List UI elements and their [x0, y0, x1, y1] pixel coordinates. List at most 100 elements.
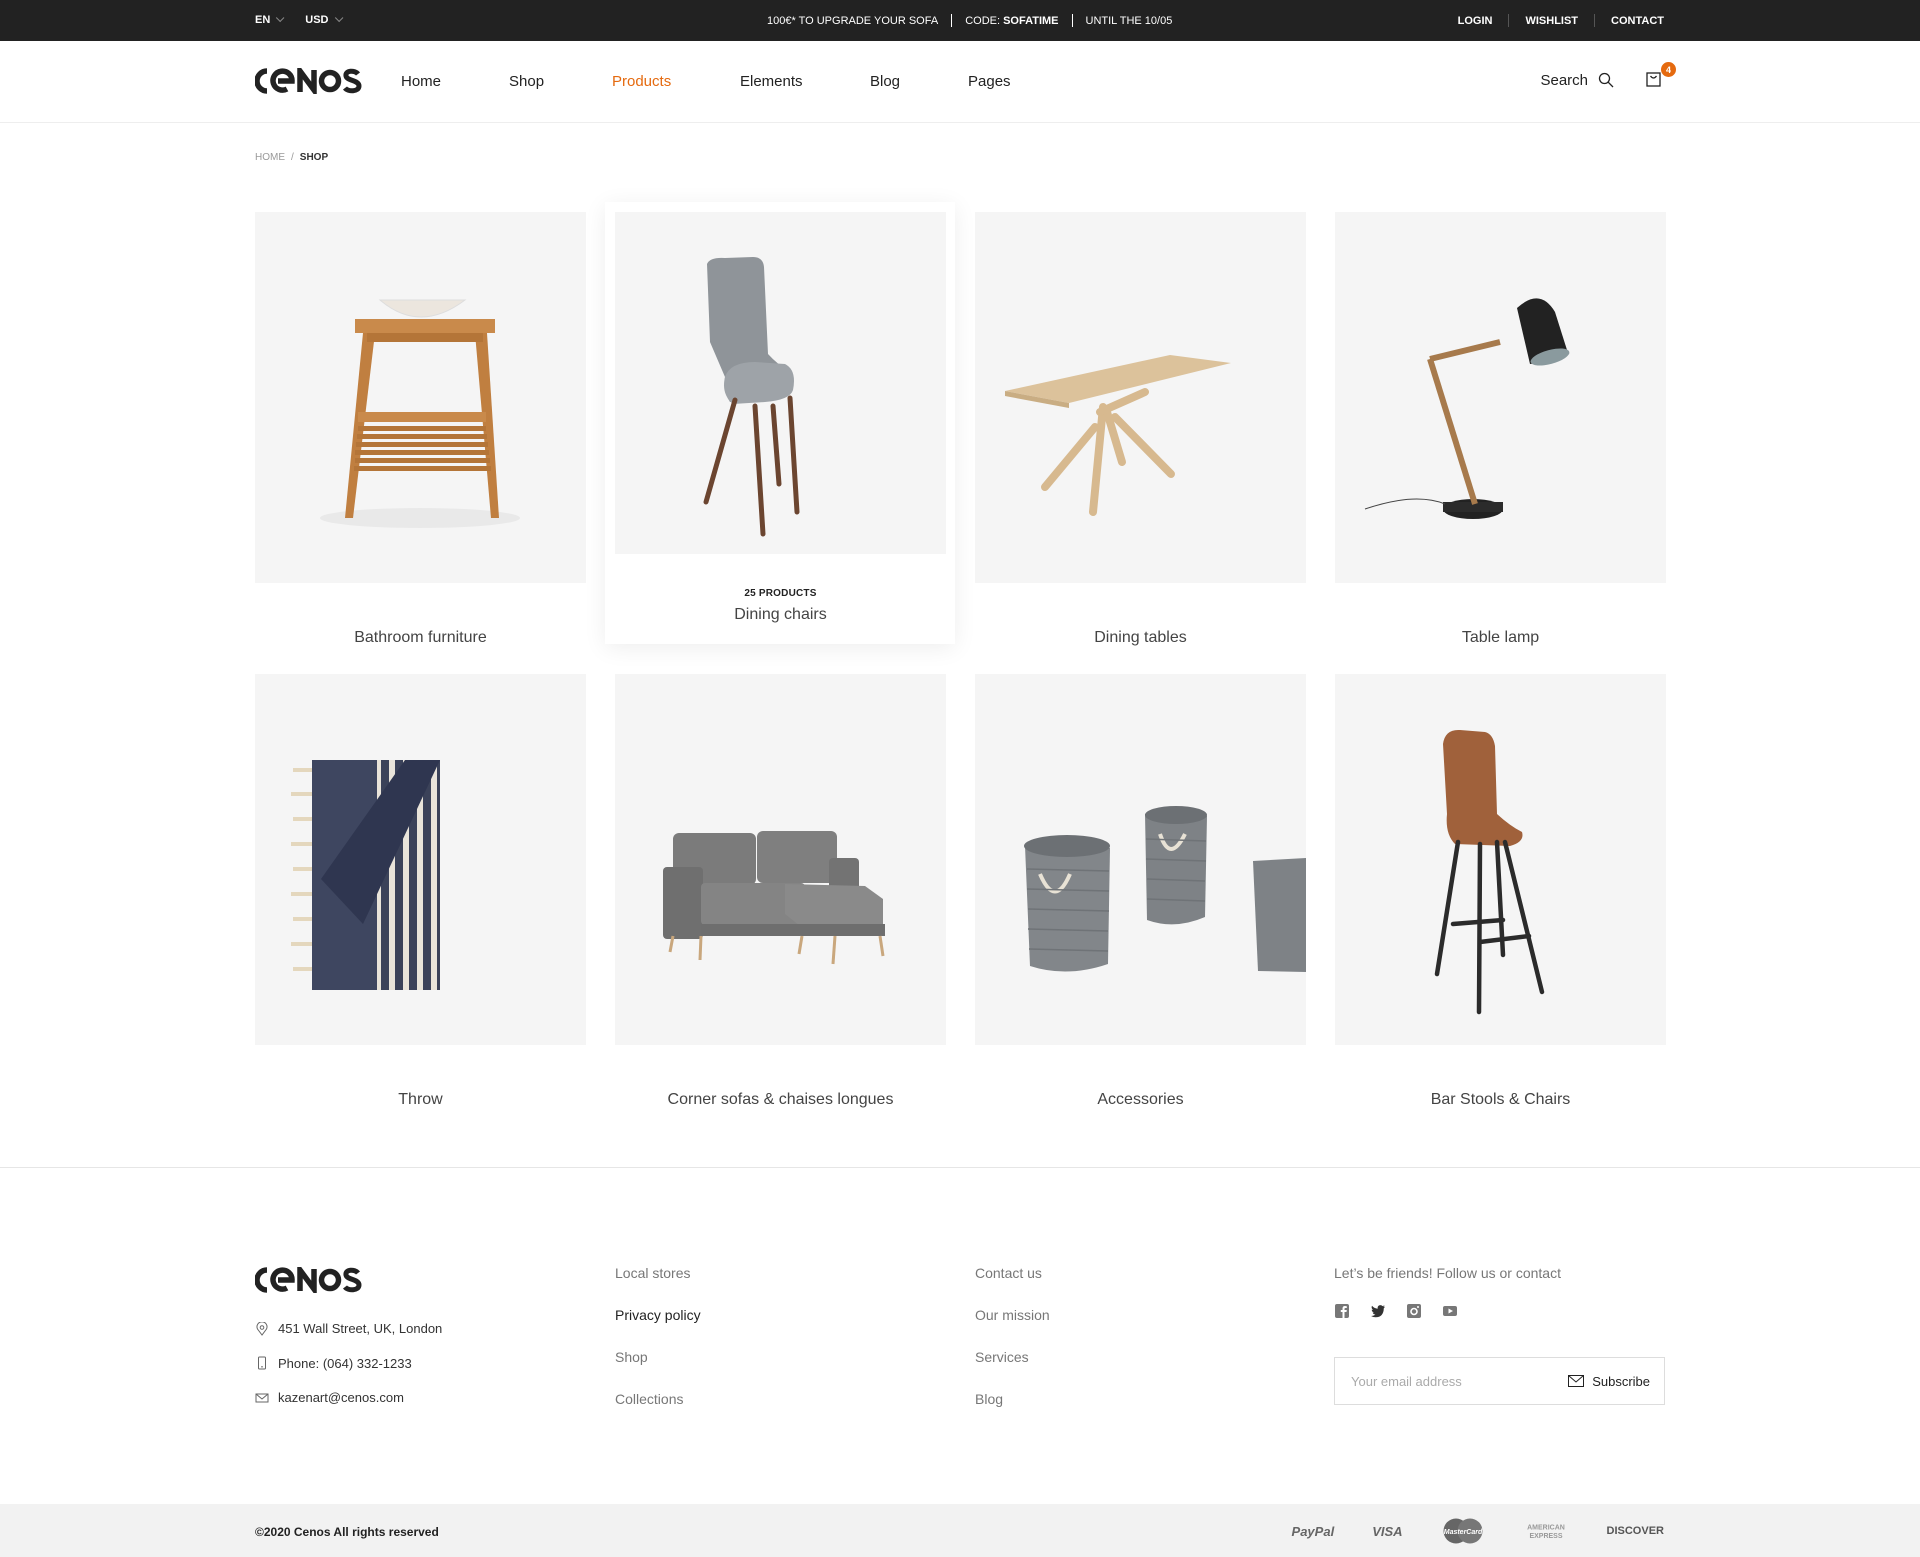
nav-products[interactable]: Products: [612, 73, 740, 90]
footer-social: Let’s be friends! Follow us or contact: [1334, 1265, 1561, 1319]
promo-text: 100€* TO UPGRADE YOUR SOFA: [767, 14, 939, 27]
category-title[interactable]: Corner sofas & chaises longues: [615, 1091, 946, 1109]
svg-text:EXPRESS: EXPRESS: [1529, 1533, 1562, 1540]
main-header: Home Shop Products Elements Blog Pages S…: [0, 41, 1920, 123]
category-image-washstand[interactable]: [255, 212, 586, 583]
category-card[interactable]: Table lamp: [1335, 212, 1666, 647]
search-icon: [1598, 72, 1614, 88]
promo-banner: 100€* TO UPGRADE YOUR SOFA CODE: SOFATIM…: [767, 14, 1172, 27]
category-card[interactable]: Accessories: [975, 674, 1306, 1109]
footer-link-services[interactable]: Services: [975, 1349, 1050, 1367]
footer-link-blog[interactable]: Blog: [975, 1391, 1050, 1409]
category-image-throw[interactable]: [255, 674, 586, 1045]
breadcrumb-separator: /: [291, 152, 294, 163]
contact-link[interactable]: CONTACT: [1611, 15, 1664, 27]
category-card[interactable]: Bar Stools & Chairs: [1335, 674, 1666, 1109]
breadcrumb-home[interactable]: HOME: [255, 152, 285, 163]
social-text: Let’s be friends! Follow us or contact: [1334, 1265, 1561, 1281]
divider: [1508, 14, 1510, 27]
mastercard-label: MasterCard: [1443, 1529, 1482, 1536]
language-selector[interactable]: EN: [255, 13, 285, 26]
phone-icon: [258, 1356, 266, 1370]
footer-link-shop[interactable]: Shop: [615, 1349, 701, 1367]
youtube-icon[interactable]: [1442, 1303, 1458, 1319]
subscribe-label: Subscribe: [1592, 1373, 1650, 1389]
product-count: [615, 1073, 946, 1085]
email-row: kazenart@cenos.com: [255, 1389, 442, 1406]
newsletter-form: Subscribe: [1334, 1357, 1665, 1405]
email-input[interactable]: [1335, 1373, 1545, 1389]
footer-link-contact-us[interactable]: Contact us: [975, 1265, 1050, 1283]
category-image-desk-lamp[interactable]: [1335, 212, 1666, 583]
category-title[interactable]: Bar Stools & Chairs: [1335, 1091, 1666, 1109]
product-count: 25 PRODUCTS: [744, 588, 817, 599]
main-nav: Home Shop Products Elements Blog Pages: [401, 73, 1011, 90]
email-text[interactable]: kazenart@cenos.com: [278, 1390, 404, 1405]
product-count: [255, 611, 586, 623]
footer-link-collections[interactable]: Collections: [615, 1391, 701, 1409]
copyright-text: ©2020 Cenos All rights reserved: [255, 1525, 439, 1539]
footer-links-col2: Contact us Our mission Services Blog: [975, 1265, 1050, 1433]
category-card[interactable]: Corner sofas & chaises longues: [615, 674, 946, 1109]
category-title[interactable]: Throw: [255, 1091, 586, 1109]
language-value: EN: [255, 14, 271, 26]
currency-selector[interactable]: USD: [305, 13, 343, 26]
category-image-dining-table[interactable]: [975, 212, 1306, 583]
nav-home[interactable]: Home: [401, 73, 509, 90]
discover-icon: DISCOVER: [1606, 1525, 1664, 1537]
nav-pages[interactable]: Pages: [968, 73, 1011, 90]
category-image-corner-sofa[interactable]: [615, 674, 946, 1045]
footer-link-our-mission[interactable]: Our mission: [975, 1307, 1050, 1325]
promo-code-label: CODE:: [965, 14, 1001, 27]
category-image-dining-chair[interactable]: [615, 212, 946, 554]
cenos-logo[interactable]: [255, 68, 363, 94]
cart-button[interactable]: 4: [1646, 62, 1676, 90]
svg-text:AMERICAN: AMERICAN: [1527, 1525, 1565, 1532]
subscribe-button[interactable]: Subscribe: [1568, 1374, 1650, 1389]
category-title[interactable]: Table lamp: [1335, 629, 1666, 647]
category-image-baskets[interactable]: [975, 674, 1306, 1045]
category-title[interactable]: Dining tables: [975, 629, 1306, 647]
category-image-bar-stool[interactable]: [1335, 674, 1666, 1045]
chevron-down-icon: [276, 13, 285, 23]
footer-link-privacy-policy[interactable]: Privacy policy: [615, 1307, 701, 1325]
footer-links-col1: Local stores Privacy policy Shop Collect…: [615, 1265, 701, 1433]
twitter-icon[interactable]: [1370, 1303, 1386, 1319]
cart-count-badge: 4: [1661, 62, 1676, 77]
breadcrumb-current: SHOP: [299, 152, 329, 163]
category-card[interactable]: Dining tables: [975, 212, 1306, 647]
nav-shop[interactable]: Shop: [509, 73, 612, 90]
footer-link-local-stores[interactable]: Local stores: [615, 1265, 701, 1283]
phone-row: Phone: (064) 332-1233: [255, 1355, 442, 1372]
currency-value: USD: [305, 14, 329, 26]
mastercard-icon: MasterCard: [1443, 1518, 1483, 1544]
breadcrumb: HOME / SHOP: [255, 152, 328, 163]
product-count: [1335, 1073, 1666, 1085]
category-card[interactable]: Throw: [255, 674, 586, 1109]
nav-elements[interactable]: Elements: [740, 73, 870, 90]
footer-cenos-logo[interactable]: [255, 1267, 363, 1293]
facebook-icon[interactable]: [1334, 1303, 1350, 1319]
category-title[interactable]: Accessories: [975, 1091, 1306, 1109]
footer-contact: 451 Wall Street, UK, London Phone: (064)…: [255, 1320, 442, 1424]
category-card[interactable]: Bathroom furniture: [255, 212, 586, 647]
search-button[interactable]: Search: [1540, 72, 1614, 89]
address-text: 451 Wall Street, UK, London: [278, 1321, 443, 1336]
login-link[interactable]: LOGIN: [1458, 15, 1493, 27]
nav-blog[interactable]: Blog: [870, 73, 968, 90]
divider: [951, 14, 953, 27]
mail-icon: [1568, 1375, 1585, 1387]
promo-code: SOFATIME: [1003, 14, 1059, 27]
product-count: [255, 1073, 586, 1085]
address-row: 451 Wall Street, UK, London: [255, 1320, 442, 1337]
mail-icon: [255, 1393, 269, 1402]
category-card[interactable]: 25 PRODUCTS Dining chairs: [615, 212, 946, 624]
category-title[interactable]: Bathroom furniture: [255, 629, 586, 647]
instagram-icon[interactable]: [1406, 1303, 1422, 1319]
section-divider: [0, 1167, 1920, 1168]
location-pin-icon: [256, 1321, 268, 1336]
divider: [1071, 14, 1073, 27]
category-title[interactable]: Dining chairs: [615, 606, 946, 624]
wishlist-link[interactable]: WISHLIST: [1525, 15, 1578, 27]
bottom-bar: ©2020 Cenos All rights reserved PayPal V…: [0, 1504, 1920, 1557]
